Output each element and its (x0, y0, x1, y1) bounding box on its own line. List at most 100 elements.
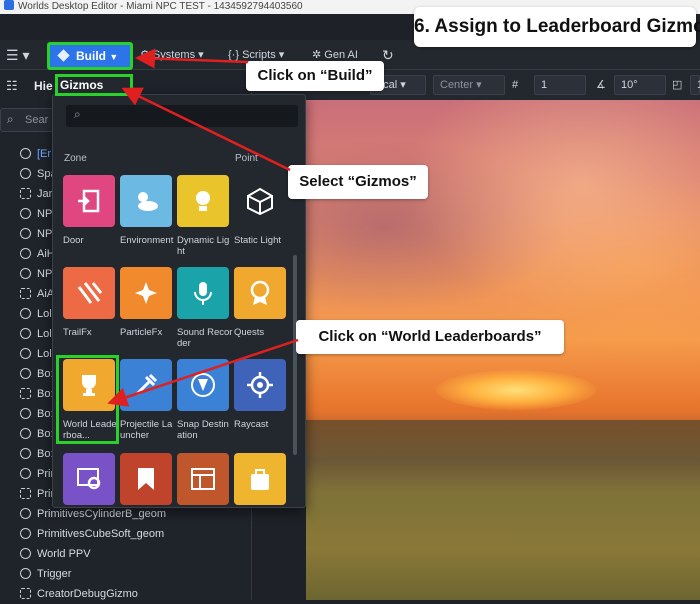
hierarchy-item[interactable]: World PPV (0, 544, 252, 564)
build-label: Build (76, 49, 106, 63)
leaderboards-callout: Click on “World Leaderboards” (296, 320, 564, 354)
gizmo-tile-label: Quests (234, 327, 265, 338)
systems-menu[interactable]: ⚙ Systems ▾ (140, 46, 204, 64)
search-icon: ⌕ (74, 107, 81, 121)
object-icon (20, 388, 31, 399)
build-dropdown-panel: ⌕ Zone Point Door Environment Dynamic Ligh… (52, 94, 306, 508)
hamburger-menu-icon[interactable]: ☰ ▾ (6, 46, 29, 64)
object-icon (20, 328, 31, 339)
app-icon (4, 0, 14, 10)
hierarchy-item-label: Lol (37, 328, 52, 340)
gizmo-tile-label: Door (63, 235, 84, 246)
gizmo-tile[interactable] (234, 267, 286, 319)
gizmo-tile[interactable] (63, 267, 115, 319)
gizmo-tile-label: ParticleFx (120, 327, 163, 338)
gizmos-label: Gizmos (60, 78, 104, 92)
object-icon (20, 368, 31, 379)
hierarchy-item[interactable]: CreatorDebugGizmo (0, 584, 252, 604)
gizmo-tile[interactable] (177, 453, 229, 505)
object-icon (20, 588, 31, 599)
hierarchy-item-label: NP (37, 228, 53, 240)
gizmo-tile-label: TrailFx (63, 327, 92, 338)
gizmo-tile[interactable] (63, 175, 115, 227)
scale-input[interactable]: 1 (690, 75, 700, 95)
object-icon (20, 228, 31, 239)
refresh-icon[interactable]: ↻ (382, 46, 394, 64)
gizmo-tile[interactable] (120, 175, 172, 227)
field-terrain (306, 420, 700, 600)
gizmo-tile[interactable] (234, 359, 286, 411)
object-icon (20, 248, 31, 259)
angle-input[interactable]: 10° (614, 75, 666, 95)
gizmo-tile-label: Projectile Launcher (120, 419, 173, 441)
grid-snap-icon[interactable]: # (512, 76, 518, 94)
gizmo-tile-label: Raycast (234, 419, 269, 430)
gizmo-tile-label: Snap Destination (177, 419, 229, 441)
gizmo-tile-label: Sound Recorder (177, 327, 233, 349)
hierarchy-item-label: [Er (37, 148, 52, 160)
object-icon (20, 508, 31, 519)
gizmo-tile-label: Environment (120, 235, 174, 246)
object-icon (20, 488, 31, 499)
object-icon (20, 548, 31, 559)
hierarchy-item-label: Jar (37, 188, 53, 200)
genai-label: Gen AI (324, 49, 358, 61)
angle-snap-icon[interactable]: ∡ (596, 76, 606, 94)
center-label: Center (440, 79, 474, 91)
hierarchy-item-label: Trigger (37, 568, 72, 580)
build-callout: Click on “Build” (246, 61, 384, 91)
hierarchy-search-input[interactable]: ⌕ Sear (0, 108, 60, 132)
cube-icon (57, 49, 70, 62)
object-icon (20, 168, 31, 179)
panel-scrollbar[interactable] (293, 255, 297, 455)
world-leaderboards-highlight (56, 355, 119, 444)
window-title: Worlds Desktop Editor - Miami NPC TEST -… (18, 1, 303, 12)
object-icon (20, 308, 31, 319)
section-point: Point (235, 153, 258, 164)
center-dropdown[interactable]: Center ▾ (433, 75, 505, 95)
gizmo-tile[interactable] (120, 453, 172, 505)
object-icon (20, 348, 31, 359)
list-menu-icon[interactable]: ☷ (6, 78, 18, 94)
gizmo-tile[interactable] (177, 175, 229, 227)
gizmo-tile-label: Static Light (234, 235, 281, 246)
scale-snap-icon[interactable]: ◰ (672, 76, 682, 94)
gizmos-tab[interactable]: Gizmos (55, 74, 133, 96)
object-icon (20, 448, 31, 459)
snap-input[interactable]: 1 (534, 75, 586, 95)
gizmo-tile-label: Dynamic Light (177, 235, 230, 257)
gizmo-tile[interactable] (234, 175, 286, 227)
hierarchy-item-label: CreatorDebugGizmo (37, 588, 138, 600)
scripts-label: Scripts (242, 49, 276, 61)
object-icon (20, 208, 31, 219)
search-placeholder: Sear (25, 114, 49, 126)
build-button[interactable]: Build ▼ (47, 42, 133, 70)
gizmo-tile[interactable] (177, 267, 229, 319)
step-title-callout: 6. Assign to Leaderboard Gizmo (414, 7, 700, 47)
gizmo-tile[interactable] (120, 267, 172, 319)
object-icon (20, 188, 31, 199)
hierarchy-item[interactable]: Trigger (0, 564, 252, 584)
gizmo-tile[interactable] (120, 359, 172, 411)
object-icon (20, 428, 31, 439)
gizmo-tile[interactable] (63, 453, 115, 505)
gizmo-tile[interactable] (234, 453, 286, 505)
gizmo-search-input[interactable]: ⌕ (66, 105, 298, 127)
hierarchy-item-label: PrimitivesCubeSoft_geom (37, 528, 165, 540)
hierarchy-item-label: Lol (37, 348, 52, 360)
chevron-down-icon: ▼ (109, 52, 119, 62)
hierarchy-item-label: NP (37, 208, 53, 220)
object-icon (20, 568, 31, 579)
hierarchy-item-label: NP (37, 268, 53, 280)
search-icon: ⌕ (7, 112, 14, 126)
hierarchy-item[interactable]: PrimitivesCubeSoft_geom (0, 524, 252, 544)
hierarchy-item-label: World PPV (37, 548, 91, 560)
gizmo-tile[interactable] (177, 359, 229, 411)
hierarchy-title: Hie (34, 79, 53, 93)
object-icon (20, 528, 31, 539)
sun-glow (436, 370, 596, 410)
object-icon (20, 288, 31, 299)
section-zone: Zone (64, 153, 87, 164)
object-icon (20, 408, 31, 419)
gizmos-callout: Select “Gizmos” (288, 165, 428, 199)
